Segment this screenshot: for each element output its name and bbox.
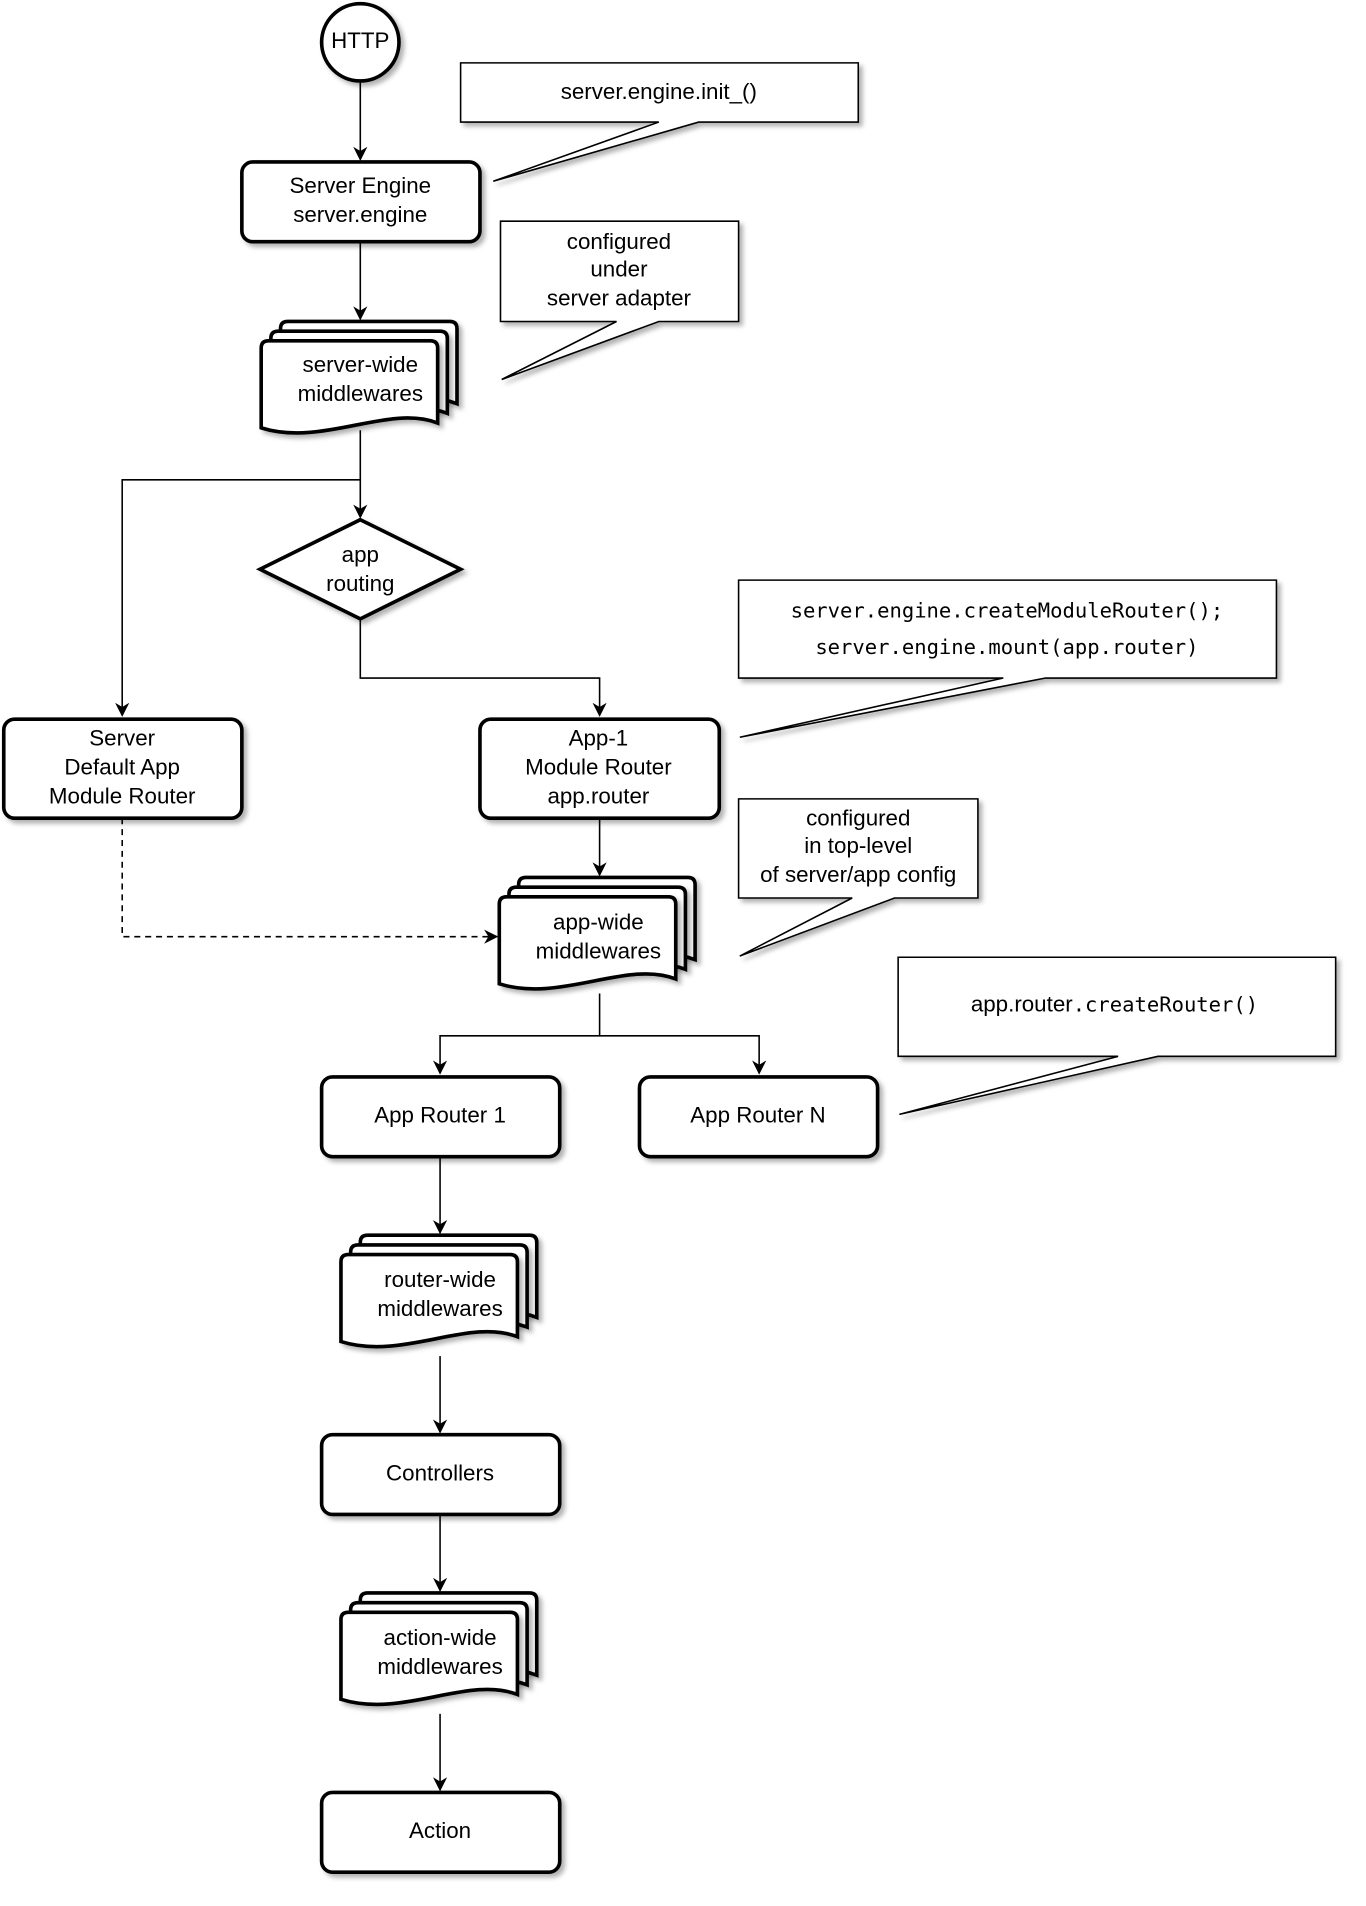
- node-label: Module Router: [49, 784, 196, 809]
- callout-prefix: app.router: [971, 991, 1073, 1016]
- edge-appwide-router1: [432, 993, 601, 1075]
- callout-text: app.router.createRouter(): [971, 991, 1258, 1016]
- callout-code: server.engine.mount(app.router): [815, 635, 1198, 659]
- app1-module-router-node[interactable]: App-1 Module Router app.router: [478, 717, 722, 821]
- edge-routing-app1: [359, 618, 607, 717]
- callout-text: server adapter: [547, 286, 692, 311]
- http-node[interactable]: HTTP: [319, 1, 401, 83]
- callout-code: server.engine.createModuleRouter();: [791, 599, 1224, 623]
- app-router-1-node[interactable]: App Router 1: [319, 1075, 562, 1159]
- node-label: server-wide: [303, 352, 418, 377]
- server-engine-node[interactable]: Server Engine server.engine: [240, 160, 482, 244]
- node-label: Module Router: [525, 755, 672, 780]
- node-label: action-wide: [384, 1625, 497, 1650]
- callout-top-level-config: configured in top-level of server/app co…: [737, 798, 979, 957]
- node-label: app: [342, 542, 379, 567]
- callout-text: configured: [567, 229, 671, 254]
- http-label: HTTP: [331, 28, 389, 53]
- node-label: router-wide: [384, 1267, 496, 1292]
- node-label: App-1: [569, 726, 629, 751]
- node-label: Server: [89, 726, 155, 751]
- node-label: server.engine: [293, 202, 427, 227]
- node-label: middlewares: [377, 1654, 502, 1679]
- node-label: routing: [326, 571, 394, 596]
- callout-module-router: server.engine.createModuleRouter(); serv…: [737, 579, 1278, 739]
- node-label: App Router 1: [374, 1103, 506, 1128]
- app-router-n-node[interactable]: App Router N: [637, 1075, 880, 1159]
- server-default-router-node[interactable]: Server Default App Module Router: [1, 717, 244, 821]
- callout-text: under: [590, 257, 648, 282]
- node-label: app.router: [547, 784, 649, 809]
- callout-text: of server/app config: [760, 862, 956, 887]
- app-routing-decision[interactable]: app routing: [255, 517, 465, 621]
- flow-diagram: HTTP Server Engine server.engine server-…: [1, 1, 1337, 1874]
- callout-create-router: app.router.createRouter(): [897, 956, 1337, 1116]
- callout-text: configured: [806, 805, 910, 830]
- callout-text: server.engine.init_(): [561, 79, 757, 104]
- node-label: Server Engine: [290, 173, 432, 198]
- node-label: middlewares: [377, 1296, 502, 1321]
- callout-text: in top-level: [804, 833, 912, 858]
- callout-engine-init: server.engine.init_(): [459, 62, 860, 183]
- action-node[interactable]: Action: [319, 1790, 562, 1874]
- server-wide-middlewares-node[interactable]: [259, 319, 459, 435]
- node-label: Controllers: [386, 1460, 494, 1485]
- node-label: Default App: [64, 755, 180, 780]
- node-label: Action: [409, 1818, 471, 1843]
- node-label: app-wide: [553, 909, 644, 934]
- node-label: middlewares: [536, 938, 661, 963]
- edge-appwide-routern: [599, 1035, 767, 1075]
- callout-server-adapter: configured under server adapter: [499, 220, 740, 381]
- edge-default-appwide: [121, 818, 499, 944]
- controllers-node[interactable]: Controllers: [319, 1432, 562, 1517]
- node-label: middlewares: [298, 381, 423, 406]
- node-label: App Router N: [690, 1103, 825, 1128]
- callout-code: .createRouter(): [1073, 993, 1258, 1017]
